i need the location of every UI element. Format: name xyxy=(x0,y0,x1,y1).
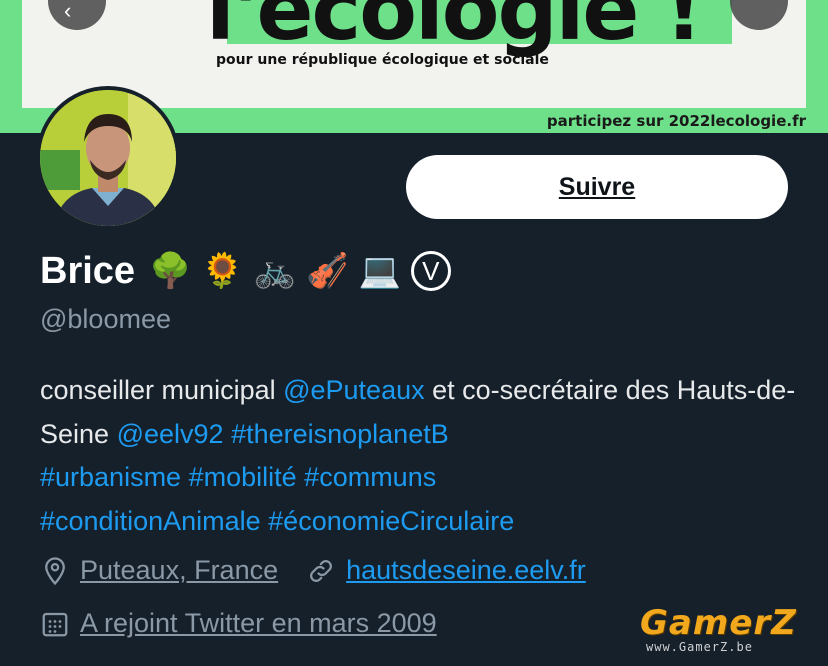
watermark: GamerZ www.GamerZ.be xyxy=(640,606,797,654)
bio-text xyxy=(181,462,189,492)
hashtag-link[interactable]: #économieCirculaire xyxy=(268,506,514,536)
avatar-photo xyxy=(40,90,176,226)
avatar[interactable] xyxy=(40,90,176,226)
link-icon xyxy=(310,559,333,582)
hashtag-link[interactable]: #urbanisme xyxy=(40,462,181,492)
website-link[interactable]: hautsdeseine.eelv.fr xyxy=(346,555,586,586)
banner-headline: l'écologie ! xyxy=(206,0,703,59)
hashtag-link[interactable]: #mobilité xyxy=(189,462,297,492)
hashtag-link[interactable]: #communs xyxy=(304,462,436,492)
joined-row: A rejoint Twitter en mars 2009 xyxy=(40,608,437,639)
bio-text xyxy=(224,419,232,449)
hashtag-link[interactable]: #conditionAnimale xyxy=(40,506,261,536)
joined-date: A rejoint Twitter en mars 2009 xyxy=(80,608,437,638)
tree-emoji: 🌳 xyxy=(149,251,192,291)
display-name: Brice xyxy=(40,249,136,292)
display-name-row: Brice 🌳 🌻 🚲 🎻 💻 V xyxy=(40,246,451,296)
arrow-left-icon: ‹ xyxy=(64,0,72,23)
location-text: Puteaux, France xyxy=(80,555,279,585)
bio-text: conseiller municipal xyxy=(40,375,284,405)
profile-handle: @bloomee xyxy=(40,304,171,334)
follow-button[interactable]: Suivre xyxy=(406,155,788,219)
location-pin-icon xyxy=(45,556,65,585)
mention-link[interactable]: @eelv92 xyxy=(117,419,224,449)
mention-link[interactable]: @ePuteaux xyxy=(283,375,425,405)
sunflower-emoji: 🌻 xyxy=(201,251,244,291)
profile-bio: conseiller municipal @ePuteaux et co-sec… xyxy=(40,369,800,543)
banner-subtitle: pour une république écologique et social… xyxy=(216,52,549,68)
banner-cta: participez sur 2022lecologie.fr xyxy=(546,112,806,130)
laptop-emoji: 💻 xyxy=(358,251,401,291)
watermark-logo: GamerZ xyxy=(640,603,797,643)
hashtag-link[interactable]: #thereisnoplanetB xyxy=(231,419,449,449)
violin-emoji: 🎻 xyxy=(306,251,349,291)
profile-meta-row: Puteaux, France hautsdeseine.eelv.fr xyxy=(40,555,586,586)
circled-v-badge: V xyxy=(410,251,451,291)
calendar-icon xyxy=(42,612,68,636)
bicycle-emoji: 🚲 xyxy=(253,251,297,291)
